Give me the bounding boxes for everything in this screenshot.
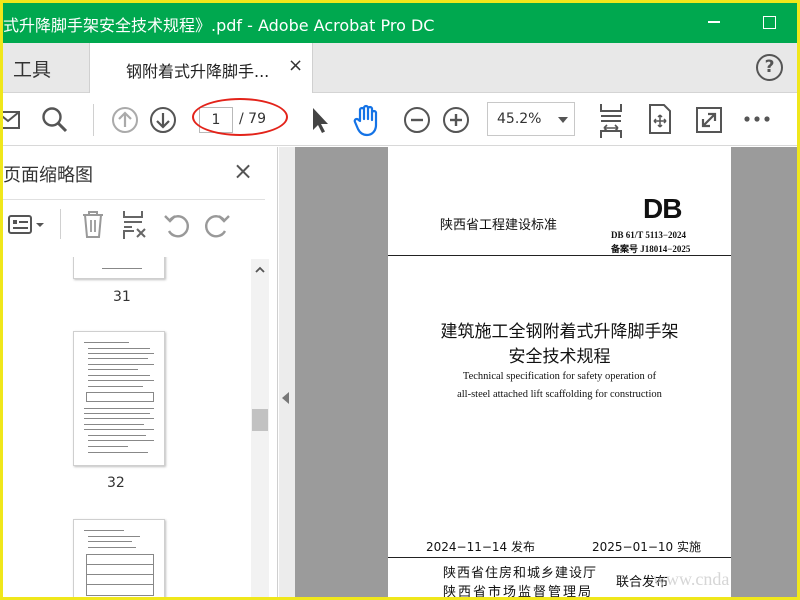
select-cursor-icon[interactable] [309,105,331,135]
footer-rule [388,557,731,558]
extract-pages-icon[interactable] [120,209,148,241]
thumbnail-options-icon[interactable] [7,213,47,237]
zoom-out-icon[interactable] [403,106,431,134]
record-number: 备案号 J18014−2025 [611,244,691,254]
thumbnail-panel: 页面缩略图 × 31 32 [3,147,278,597]
header-rule [388,255,731,256]
tab-document-label: 钢附着式升降脚手... [126,62,270,81]
trash-icon[interactable] [80,209,106,239]
page-up-icon[interactable] [111,106,139,134]
effective-date: 2025−01−10 实施 [592,540,702,554]
zoom-in-icon[interactable] [442,106,470,134]
tab-tools[interactable]: 工具 [13,55,51,82]
zoom-value: 45.2% [497,111,542,127]
thumbnail-scrollbar[interactable] [251,259,269,597]
document-title-line1: 建筑施工全钢附着式升降脚手架 [440,322,679,342]
window-title: 式升降脚手架安全技术规程》.pdf - Adobe Acrobat Pro DC [3,16,435,35]
db-logo: DB [643,193,682,224]
scrollbar-thumb[interactable] [252,409,268,431]
tab-document[interactable]: 钢附着式升降脚手... × [89,43,313,93]
tab-row: 工具 钢附着式升降脚手... × ? [3,43,797,93]
panel-title: 页面缩略图 [3,165,93,186]
chevron-down-icon [558,117,568,123]
thumbnail-list: 31 32 [3,257,251,597]
standard-number: DB 61/T 5113−2024 [611,230,686,240]
english-title-line2: all-steel attached lift scaffolding for … [457,389,662,400]
panel-collapse-handle[interactable] [279,147,295,597]
thumbnail-page[interactable] [73,257,165,279]
help-icon[interactable]: ? [756,54,783,81]
fit-page-icon[interactable] [647,103,673,135]
issuer-market-bureau: 陕西省市场监督管理局 [443,585,594,597]
scroll-up-icon[interactable] [255,265,265,275]
panel-close-icon[interactable]: × [233,157,253,185]
collapse-arrow-icon [282,392,289,404]
full-screen-icon[interactable] [695,106,723,134]
panel-tool-separator [60,209,61,239]
tab-close-icon[interactable]: × [288,55,303,76]
panel-divider [3,199,265,200]
rotate-left-icon[interactable] [163,211,191,239]
page-down-icon[interactable] [149,106,177,134]
panel-toolbar [3,201,265,247]
title-bar: 式升降脚手架安全技术规程》.pdf - Adobe Acrobat Pro DC [3,3,797,43]
document-title-line2: 安全技术规程 [508,347,611,367]
scroll-mode-icon[interactable] [596,102,626,140]
search-icon[interactable] [41,106,69,134]
maximize-button[interactable] [763,16,776,29]
watermark: www.cnda [653,569,730,589]
english-title-line1: Technical specification for safety opera… [462,371,657,382]
acrobat-window: 式升降脚手架安全技术规程》.pdf - Adobe Acrobat Pro DC… [3,3,797,597]
issuer-housing-dept: 陕西省住房和城乡建设厅 [443,566,598,581]
hand-icon[interactable] [351,103,383,137]
issue-date: 2024−11−14 发布 [426,540,536,554]
thumbnail-page[interactable] [73,519,165,597]
thumbnail-page-label: 31 [113,289,131,305]
standard-type: 陕西省工程建设标准 [440,218,558,233]
thumbnail-page[interactable] [73,331,165,466]
toolbar-separator [93,104,94,136]
document-viewer[interactable]: 陕西省工程建设标准 DB DB 61/T 5113−2024 备案号 J1801… [279,147,797,597]
document-page: 陕西省工程建设标准 DB DB 61/T 5113−2024 备案号 J1801… [388,147,731,597]
annotation-ellipse [192,98,288,136]
thumbnail-page-label: 32 [107,475,125,491]
minimize-button[interactable] [703,9,727,33]
rotate-right-icon[interactable] [203,211,231,239]
mail-icon[interactable] [3,107,21,133]
zoom-select[interactable]: 45.2% [487,102,575,136]
toolbar: 1 / 79 45.2% [3,94,797,146]
more-icon[interactable] [743,114,773,124]
